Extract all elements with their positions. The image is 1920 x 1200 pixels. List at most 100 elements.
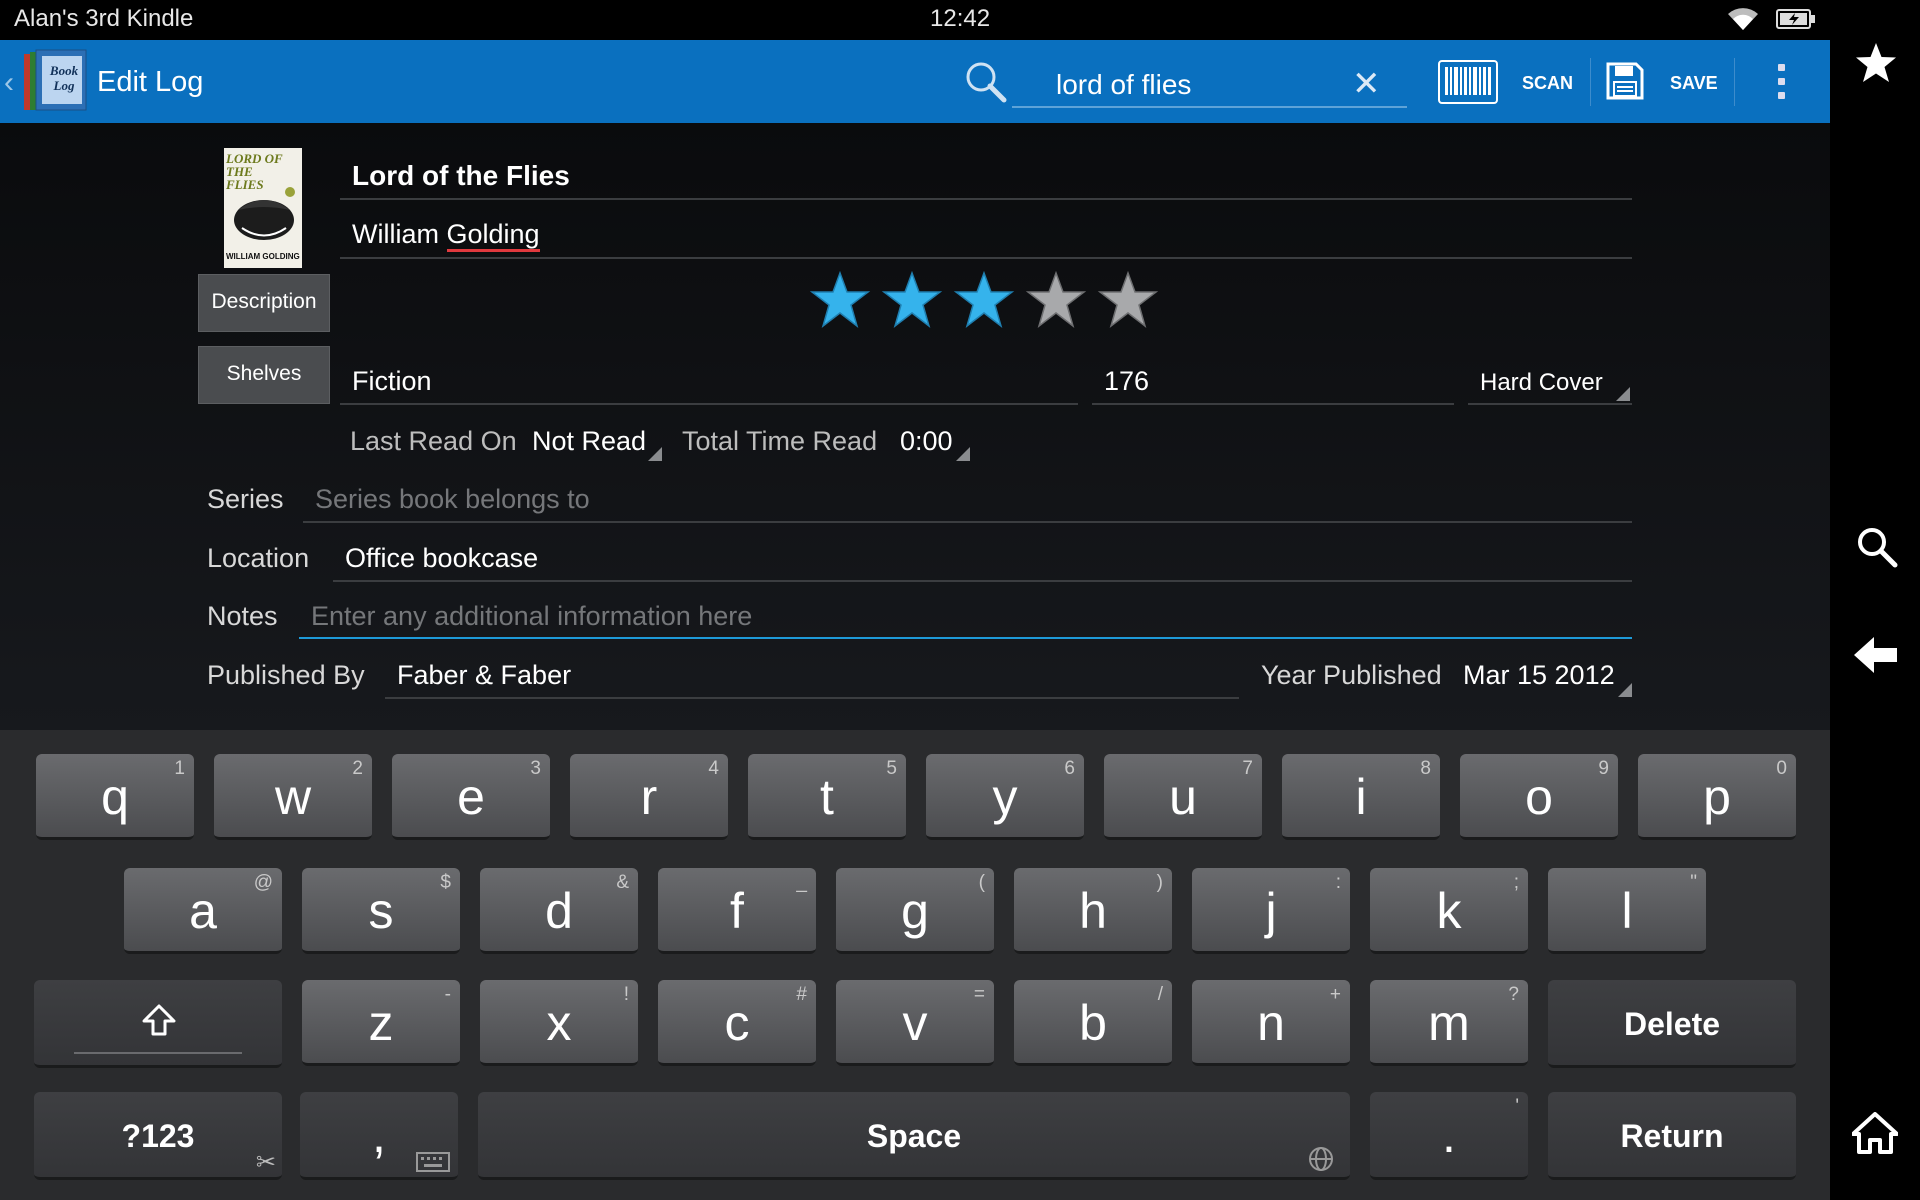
save-icon[interactable] — [1606, 62, 1644, 100]
field-underline — [333, 580, 1632, 582]
key-label: w — [274, 769, 312, 825]
field-underline — [1468, 403, 1632, 405]
shift-icon — [142, 1004, 176, 1036]
key-y[interactable]: y6 — [926, 754, 1084, 840]
shift-key[interactable] — [34, 980, 282, 1068]
shelves-button[interactable]: Shelves — [198, 346, 330, 404]
key-alt-label: 2 — [352, 758, 363, 779]
clear-search-icon[interactable]: ✕ — [1352, 64, 1381, 104]
key-c[interactable]: c # — [658, 980, 816, 1066]
key-a[interactable]: a @ — [124, 868, 282, 954]
rating-bar[interactable] — [809, 270, 1170, 331]
home-icon[interactable] — [1852, 1112, 1898, 1154]
key-n[interactable]: n + — [1192, 980, 1350, 1066]
key-j[interactable]: j: — [1192, 868, 1350, 954]
location-label: Location — [207, 543, 310, 573]
book-cover-image: LORD OF THE FLIES WILLIAM GOLDING — [224, 148, 302, 268]
key-label: z — [368, 995, 394, 1051]
key-k[interactable]: k; — [1370, 868, 1528, 954]
key-s[interactable]: s $ — [302, 868, 460, 954]
search-input[interactable]: lord of flies — [1012, 60, 1407, 108]
genre-field[interactable]: Fiction — [352, 366, 432, 397]
notes-input[interactable]: Enter any additional information here — [311, 601, 752, 632]
space-key[interactable]: Space — [478, 1092, 1350, 1180]
key-alt-label: 4 — [708, 758, 719, 779]
key-z[interactable]: z- — [302, 980, 460, 1066]
return-key[interactable]: Return — [1548, 1092, 1796, 1180]
key-q[interactable]: q1 — [36, 754, 194, 840]
total-time-dropdown[interactable]: 0:00 — [900, 426, 953, 457]
key-m[interactable]: m? — [1370, 980, 1528, 1066]
key-w[interactable]: w2 — [214, 754, 372, 840]
barcode-icon[interactable] — [1438, 60, 1498, 104]
key-o[interactable]: o9 — [1460, 754, 1618, 840]
key-label: r — [640, 769, 658, 825]
total-time-label: Total Time Read — [682, 426, 878, 456]
key-t[interactable]: t5 — [748, 754, 906, 840]
comma-key[interactable]: , — [300, 1092, 458, 1180]
star-empty-icon[interactable] — [1097, 270, 1159, 328]
scissors-icon: ✂ — [255, 1149, 276, 1176]
favorites-star-icon[interactable] — [1854, 42, 1898, 84]
description-button[interactable]: Description — [198, 274, 330, 332]
key-alt-label: 0 — [1776, 758, 1787, 779]
scan-button[interactable]: SCAN — [1522, 73, 1573, 94]
key-alt-label: ) — [1156, 872, 1163, 893]
last-read-dropdown[interactable]: Not Read — [532, 426, 646, 457]
notes-focus-underline — [299, 637, 1632, 639]
overflow-menu-icon[interactable] — [1770, 60, 1794, 104]
key-label: i — [1355, 769, 1367, 825]
star-filled-icon[interactable] — [881, 270, 943, 328]
delete-key[interactable]: Delete — [1548, 980, 1796, 1068]
dropdown-indicator-icon — [648, 447, 662, 461]
soft-keyboard: q1w2e3r4t5y6u7i8o9p0 a @ s $ d & f _ g(h) j: k; l " … — [0, 730, 1830, 1200]
star-filled-icon[interactable] — [809, 270, 871, 328]
device-name: Alan's 3rd Kindle — [14, 5, 194, 32]
key-alt-label: 9 — [1598, 758, 1609, 779]
key-f[interactable]: f _ — [658, 868, 816, 954]
key-d[interactable]: d & — [480, 868, 638, 954]
field-underline — [340, 257, 1632, 259]
key-label: h — [1079, 883, 1107, 939]
key-v[interactable]: v = — [836, 980, 994, 1066]
search-query: lord of flies — [1056, 69, 1192, 100]
key-g[interactable]: g( — [836, 868, 994, 954]
key-l[interactable]: l " — [1548, 868, 1706, 954]
key-label: o — [1525, 769, 1553, 825]
key-u[interactable]: u7 — [1104, 754, 1262, 840]
key-p[interactable]: p0 — [1638, 754, 1796, 840]
search-icon[interactable] — [1856, 526, 1898, 568]
key-label: v — [902, 995, 928, 1051]
key-b[interactable]: b / — [1014, 980, 1172, 1066]
book-log-app-icon[interactable]: Book Log — [22, 48, 88, 119]
series-input[interactable]: Series book belongs to — [315, 484, 590, 515]
search-icon[interactable] — [964, 60, 1008, 104]
back-icon[interactable] — [1854, 636, 1898, 674]
key-label: n — [1257, 995, 1285, 1051]
location-input[interactable]: Office bookcase — [345, 543, 538, 574]
key-h[interactable]: h) — [1014, 868, 1172, 954]
star-filled-icon[interactable] — [953, 270, 1015, 328]
key-i[interactable]: i8 — [1282, 754, 1440, 840]
pages-field[interactable]: 176 — [1104, 366, 1149, 397]
field-underline — [303, 521, 1632, 523]
star-empty-icon[interactable] — [1025, 270, 1087, 328]
key-e[interactable]: e3 — [392, 754, 550, 840]
year-published-dropdown[interactable]: Mar 15 2012 — [1463, 660, 1615, 691]
key-x[interactable]: x! — [480, 980, 638, 1066]
dropdown-indicator-icon — [1616, 387, 1630, 401]
publisher-label: Published By — [207, 660, 365, 690]
publisher-input[interactable]: Faber & Faber — [397, 660, 571, 691]
key-r[interactable]: r4 — [570, 754, 728, 840]
author-field[interactable]: William Golding — [352, 219, 540, 252]
save-button[interactable]: SAVE — [1670, 73, 1718, 94]
key-alt-label: / — [1157, 984, 1163, 1005]
symbols-key[interactable]: ?123 ✂ — [34, 1092, 282, 1180]
key-label: u — [1169, 769, 1197, 825]
format-dropdown[interactable]: Hard Cover — [1480, 369, 1603, 397]
book-title-field[interactable]: Lord of the Flies — [352, 160, 570, 192]
up-caret-icon[interactable]: ‹ — [4, 66, 14, 100]
period-key[interactable]: . ' — [1370, 1092, 1528, 1180]
series-label: Series — [207, 484, 284, 514]
key-label: x — [546, 995, 572, 1051]
